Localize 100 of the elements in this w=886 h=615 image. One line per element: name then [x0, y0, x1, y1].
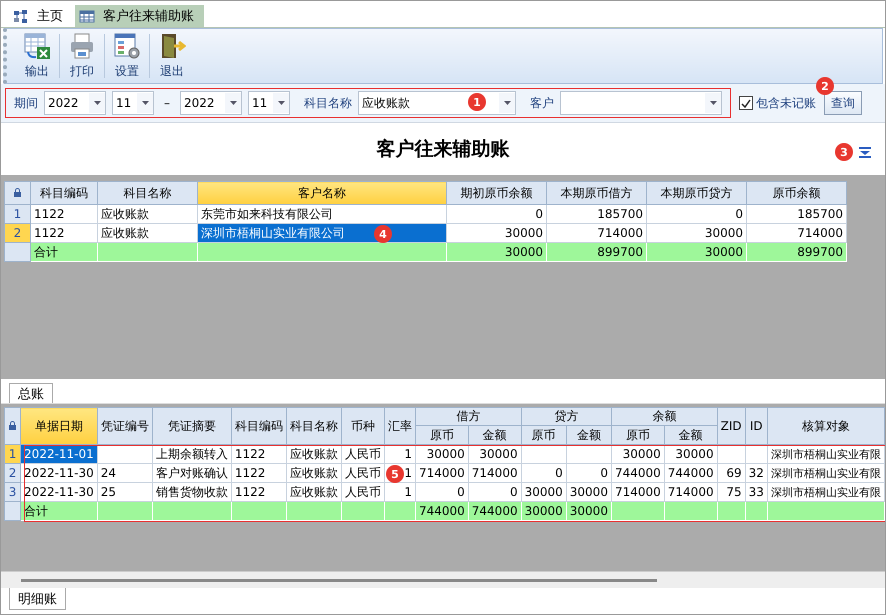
table-cell: 714000 [468, 464, 522, 482]
column-header[interactable]: 科目名称 [98, 182, 198, 204]
table-cell: 1122 [231, 444, 286, 464]
table-cell: 1122 [231, 464, 286, 482]
column-header[interactable]: 核算对象 [767, 408, 884, 444]
lock-icon [13, 188, 22, 197]
settings-icon [113, 32, 141, 60]
table-cell: 744000 [664, 464, 718, 482]
report-title: 客户往来辅助账 [376, 137, 510, 162]
table-cell: 714000 [415, 464, 468, 482]
table-cell: 24 [97, 464, 152, 482]
ledger-tab[interactable]: 总账 [9, 383, 53, 403]
table-cell [521, 444, 566, 464]
subject-label: 科目名称 [304, 94, 352, 112]
column-header[interactable]: 币种 [341, 408, 384, 444]
table-cell: 上期余额转入 [152, 444, 232, 464]
column-header[interactable]: 原币 [521, 426, 566, 444]
sitemap-icon [13, 8, 29, 24]
query-button[interactable]: 查询 [824, 91, 862, 115]
table-cell: 899700 [546, 242, 646, 262]
table-cell: 1 [384, 444, 416, 464]
column-header[interactable]: 金额 [566, 426, 612, 444]
table-cell [566, 444, 612, 464]
column-header[interactable]: 贷方 [521, 408, 612, 426]
dropdown-arrow-icon [230, 101, 236, 105]
column-header[interactable]: 凭证摘要 [152, 408, 232, 444]
table-cell: 深圳市梧桐山实业有限 [767, 464, 884, 482]
column-header[interactable]: 本期原币贷方 [646, 182, 746, 204]
table-cell: 人民币 [341, 464, 384, 482]
column-header[interactable]: 金额 [664, 426, 718, 444]
dropdown-arrow-icon [94, 101, 100, 105]
total-label: 合计 [20, 502, 98, 520]
column-header[interactable]: 借方 [415, 408, 522, 426]
table-cell: 应收账款 [286, 444, 342, 464]
column-header[interactable]: 凭证编号 [97, 408, 152, 444]
toolbar-button[interactable]: 打印 [60, 30, 104, 82]
month-dropdown[interactable]: 11 [248, 91, 290, 115]
printer-icon [68, 32, 96, 60]
table-cell: 30000 [664, 444, 718, 464]
scrollbar-thumb[interactable] [21, 578, 657, 582]
table-cell: 1122 [30, 204, 98, 224]
table-cell: 深圳市梧桐山实业有限 [767, 444, 884, 464]
total-label: 合计 [30, 242, 98, 262]
table-cell: 0 [646, 204, 746, 224]
column-header[interactable]: 原币 [611, 426, 664, 444]
period-label: 期间 [14, 94, 38, 112]
table-cell [745, 444, 768, 464]
toolbar-button[interactable]: 输出 [15, 30, 59, 82]
column-header[interactable]: 科目编码 [231, 408, 286, 444]
table-cell: 30000 [521, 502, 566, 520]
table-cell: 30000 [415, 444, 468, 464]
customer-dropdown[interactable] [560, 91, 722, 115]
table-cell: 185700 [746, 204, 846, 224]
column-header[interactable]: 科目名称 [286, 408, 342, 444]
customer-label: 客户 [530, 94, 554, 112]
table-cell: 应收账款 [98, 204, 198, 224]
detail-tab[interactable]: 明细账 [9, 588, 66, 610]
table-cell: 0 [521, 464, 566, 482]
callout-badge: 4 [374, 225, 392, 243]
toolbar-button[interactable]: 设置 [105, 30, 149, 82]
tab[interactable]: 客户往来辅助账 [75, 5, 204, 27]
year-dropdown[interactable]: 2022 [180, 91, 242, 115]
table-icon [79, 8, 95, 24]
table-cell [97, 444, 152, 464]
table-cell: 744000 [415, 502, 468, 520]
column-header[interactable]: 科目编码 [30, 182, 98, 204]
dropdown-arrow-icon [142, 101, 148, 105]
dropdown-arrow-icon [710, 101, 716, 105]
month-dropdown[interactable]: 11 [112, 91, 154, 115]
column-header[interactable]: 汇率 [384, 408, 416, 444]
row-number: 2 [4, 224, 30, 242]
table-cell: 32 [745, 464, 768, 482]
table-cell: 185700 [546, 204, 646, 224]
table-cell: 深圳市梧桐山实业有限公司 4 [198, 224, 446, 242]
table-cell: 0 [566, 464, 612, 482]
table-cell: 744000 [611, 464, 664, 482]
dropdown-arrow-icon [504, 101, 510, 105]
column-header[interactable]: 单据日期 [20, 408, 98, 444]
spreadsheet-export-icon [23, 32, 51, 60]
column-header[interactable]: 余额 [611, 408, 718, 426]
table-cell: 30000 [446, 242, 546, 262]
check-icon [741, 98, 751, 108]
tab[interactable]: 主页 [9, 5, 73, 27]
table-cell: 人民币 [341, 444, 384, 464]
column-header[interactable]: 本期原币借方 [546, 182, 646, 204]
row-number: 1 [4, 204, 30, 224]
column-header[interactable]: 客户名称 [198, 182, 446, 204]
dropdown-arrow-icon [278, 101, 284, 105]
year-dropdown[interactable]: 2022 [44, 91, 106, 115]
table-cell: 应收账款 [286, 464, 342, 482]
toolbar-button[interactable]: 退出 [150, 30, 194, 82]
column-header[interactable]: 原币 [415, 426, 468, 444]
checkbox[interactable] [739, 96, 753, 110]
collapse-icon [859, 147, 871, 158]
column-header[interactable]: ZID [717, 408, 746, 444]
column-header[interactable]: 期初原币余额 [446, 182, 546, 204]
table-cell: 744000 [468, 502, 522, 520]
column-header[interactable]: 原币余额 [746, 182, 846, 204]
column-header[interactable]: 金额 [468, 426, 522, 444]
column-header[interactable]: ID [745, 408, 768, 444]
